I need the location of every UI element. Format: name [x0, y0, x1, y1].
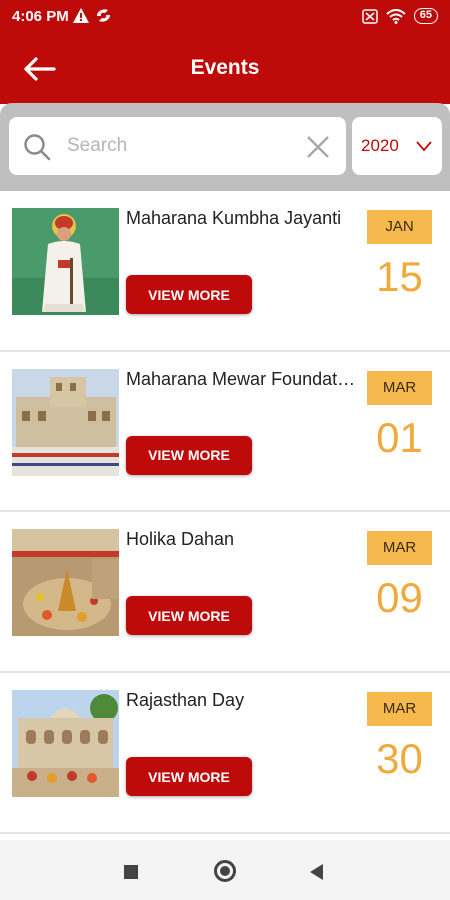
app-bar: Events	[0, 34, 450, 104]
status-time: 4:06 PM	[12, 8, 69, 25]
event-month-badge: MAR	[367, 531, 432, 566]
event-list-item[interactable]: Maharana Mewar Foundation VIEW MORE MAR …	[0, 351, 450, 513]
event-title: Rajasthan Day	[126, 690, 245, 711]
year-dropdown-value: 2020	[361, 136, 399, 155]
app-notification-icon	[97, 9, 110, 22]
event-day: 09	[376, 574, 423, 622]
recents-button[interactable]	[124, 865, 138, 879]
system-nav-bar	[0, 840, 450, 900]
view-more-button[interactable]: VIEW MORE	[126, 596, 252, 636]
event-list-item[interactable]: Holika Dahan VIEW MORE MAR 09	[0, 512, 450, 674]
status-system-icons: 65	[362, 8, 438, 24]
event-image	[12, 690, 119, 798]
event-title: Maharana Mewar Foundation	[126, 368, 356, 389]
home-button[interactable]	[214, 860, 236, 882]
view-more-button[interactable]: VIEW MORE	[126, 435, 252, 475]
event-image	[12, 208, 119, 315]
chevron-down-icon	[416, 141, 432, 152]
filter-bar: 2020	[0, 103, 450, 191]
event-image	[12, 368, 119, 476]
event-month-badge: MAR	[367, 370, 432, 405]
view-more-button[interactable]: VIEW MORE	[126, 275, 252, 314]
page-title: Events	[190, 56, 260, 79]
system-back-button[interactable]	[310, 864, 323, 880]
event-day: 30	[376, 735, 423, 783]
event-title: Holika Dahan	[126, 529, 235, 550]
search-input[interactable]	[67, 131, 297, 161]
event-month-badge: JAN	[367, 210, 432, 244]
event-list-item[interactable]: Rajasthan Day VIEW MORE MAR 30	[0, 673, 450, 834]
event-month-badge: MAR	[367, 692, 432, 727]
search-box	[9, 117, 346, 175]
event-list: Maharana Kumbha Jayanti VIEW MORE JAN 15…	[0, 191, 450, 834]
event-title: Maharana Kumbha Jayanti	[126, 208, 342, 228]
status-bar: 4:06 PM 65	[0, 0, 450, 34]
sim-off-icon	[362, 8, 378, 24]
close-icon[interactable]	[306, 135, 330, 159]
event-image	[12, 529, 119, 637]
event-day: 01	[376, 413, 423, 461]
event-day: 15	[376, 253, 423, 300]
search-icon	[24, 134, 51, 161]
battery-indicator: 65	[413, 8, 438, 24]
status-notification-icons	[73, 8, 112, 23]
view-more-button[interactable]: VIEW MORE	[126, 757, 252, 797]
warning-icon	[73, 8, 89, 23]
wifi-icon	[386, 8, 406, 24]
year-dropdown[interactable]: 2020	[352, 117, 442, 175]
event-list-item[interactable]: Maharana Kumbha Jayanti VIEW MORE JAN 15	[0, 191, 450, 352]
